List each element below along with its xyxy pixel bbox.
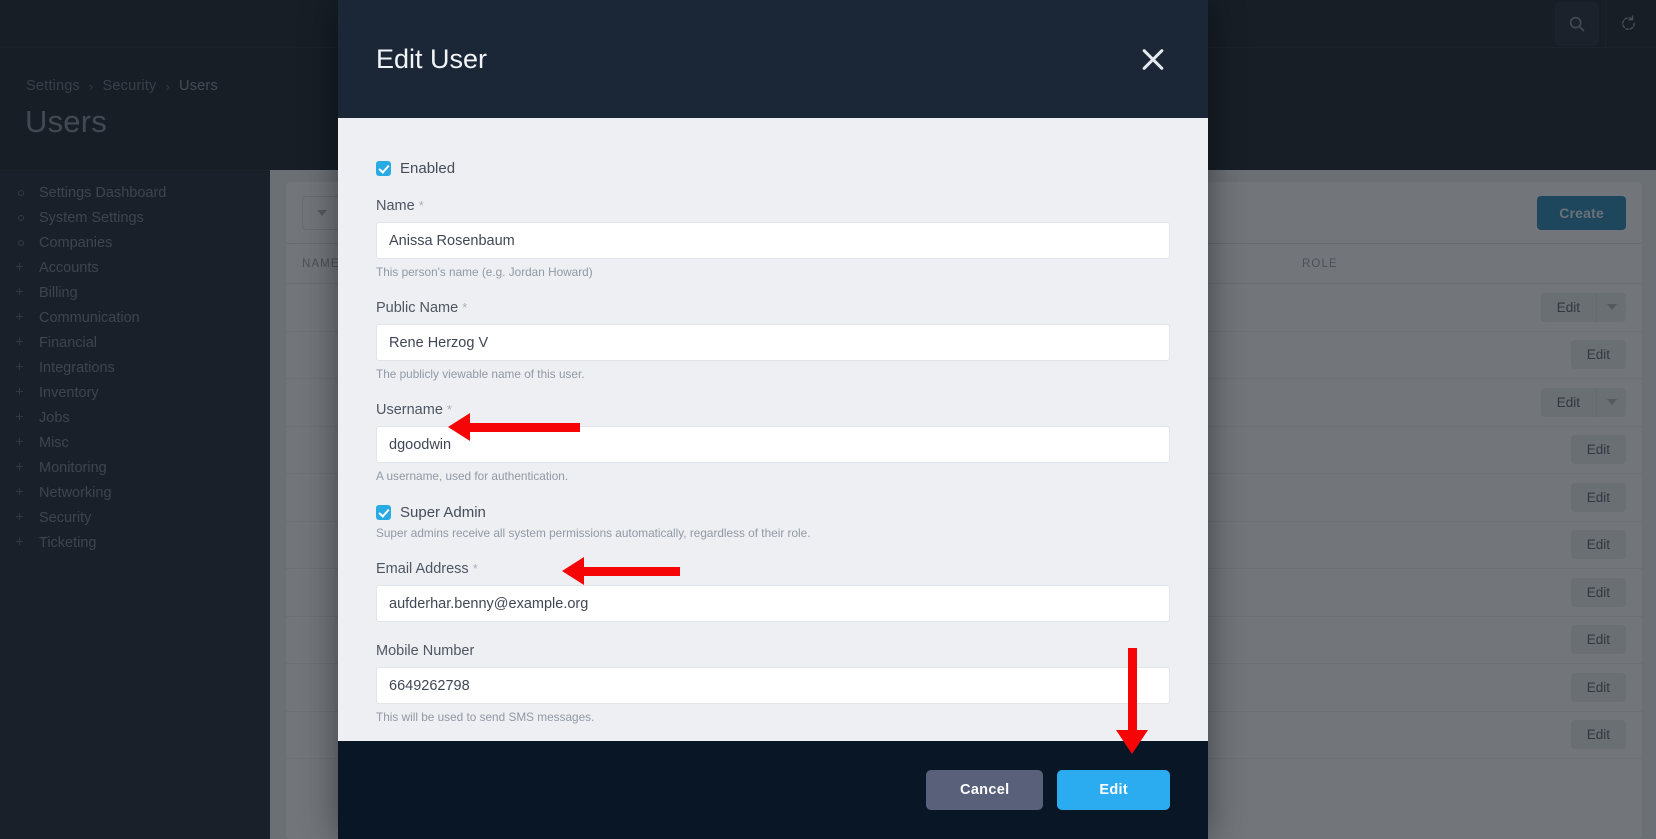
mobile-field-group: Mobile Number 6649262798 This will be us… [376,643,1170,724]
super-admin-group: Super Admin Super admins receive all sys… [376,504,1170,540]
enabled-label: Enabled [400,160,456,177]
mobile-label-text: Mobile Number [376,643,475,659]
required-marker: * [418,198,424,213]
required-marker: * [462,300,468,315]
email-field-group: Email Address * aufderhar.benny@example.… [376,561,1170,622]
submit-edit-button[interactable]: Edit [1057,770,1170,810]
email-label-text: Email Address [376,561,469,577]
username-help-text: A username, used for authentication. [376,469,569,483]
public-name-help-text: The publicly viewable name of this user. [376,367,585,381]
mobile-label: Mobile Number [376,643,1170,659]
username-label: Username * [376,402,1170,418]
modal-header: Edit User [338,0,1208,118]
mobile-help-text: This will be used to send SMS messages. [376,710,595,724]
modal-body: Enabled Name * Anissa Rosenbaum This per… [338,118,1208,741]
name-label-text: Name [376,198,415,214]
screen-root: Settings › Security › Users Users Settin… [0,0,1656,839]
super-admin-checkbox-row[interactable]: Super Admin [376,504,1170,521]
name-field-group: Name * Anissa Rosenbaum This person's na… [376,198,1170,279]
modal-title: Edit User [376,43,488,74]
public-name-field-group: Public Name * Rene Herzog V The publicly… [376,300,1170,381]
email-label: Email Address * [376,561,1170,577]
enabled-checkbox[interactable] [376,161,391,176]
mobile-input[interactable]: 6649262798 [376,667,1170,704]
username-label-text: Username [376,402,443,418]
super-admin-help-text: Super admins receive all system permissi… [376,526,811,540]
required-marker: * [446,402,452,417]
modal-footer: Cancel Edit [338,741,1208,839]
name-label: Name * [376,198,1170,214]
required-marker: * [472,561,478,576]
cancel-button[interactable]: Cancel [926,770,1044,810]
public-name-label: Public Name * [376,300,1170,316]
public-name-label-text: Public Name [376,300,459,316]
edit-user-modal: Edit User Enabled Name * Anissa Rosenbau… [338,0,1208,839]
email-input[interactable]: aufderhar.benny@example.org [376,585,1170,622]
public-name-input[interactable]: Rene Herzog V [376,324,1170,361]
close-icon[interactable] [1136,42,1170,76]
name-help-text: This person's name (e.g. Jordan Howard) [376,265,593,279]
enabled-checkbox-row[interactable]: Enabled [376,160,1170,177]
super-admin-checkbox[interactable] [376,505,391,520]
username-field-group: Username * dgoodwin A username, used for… [376,402,1170,483]
username-input[interactable]: dgoodwin [376,426,1170,463]
super-admin-label: Super Admin [400,504,486,521]
name-input[interactable]: Anissa Rosenbaum [376,222,1170,259]
